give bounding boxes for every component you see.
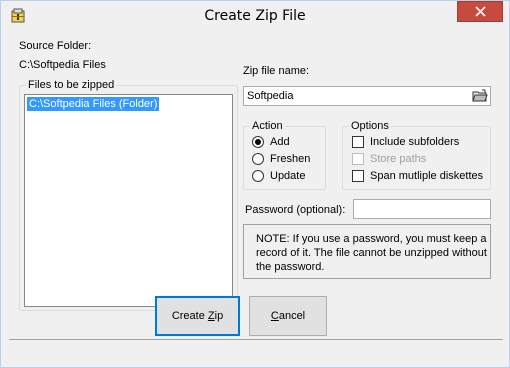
create-zip-label: Create Zip [171, 310, 224, 322]
cancel-label: Cancel [270, 310, 306, 322]
checkbox-span-diskettes[interactable]: Span mutliple diskettes [352, 170, 483, 182]
span-diskettes-label: Span mutliple diskettes [370, 170, 484, 182]
source-folder-path: C:\Softpedia Files [19, 59, 106, 71]
open-folder-icon[interactable] [472, 88, 488, 104]
title-bar[interactable]: Create Zip File [1, 1, 509, 32]
create-zip-window: Create Zip File Source Folder: C:\Softpe… [0, 0, 510, 368]
password-label: Password (optional): [245, 204, 346, 216]
zip-file-name-field[interactable]: Softpedia [243, 86, 491, 106]
list-item[interactable]: C:\Softpedia Files (Folder) [27, 97, 160, 111]
radio-freshen-label: Freshen [270, 153, 311, 165]
zip-file-name-label: Zip file name: [243, 65, 310, 77]
include-subfolders-label: Include subfolders [370, 136, 460, 148]
radio-button[interactable] [252, 136, 264, 148]
password-note-box: NOTE: If you use a password, you must ke… [243, 224, 491, 279]
checkbox[interactable] [352, 153, 364, 165]
options-group: Options Include subfolders Store paths S… [342, 120, 491, 190]
radio-update-label: Update [270, 170, 306, 182]
password-note-text: NOTE: If you use a password, you must ke… [256, 233, 487, 273]
radio-add-label: Add [270, 136, 290, 148]
files-to-zip-group: Files to be zipped C:\Softpedia Files (F… [19, 79, 238, 311]
status-bar [9, 339, 503, 361]
action-legend: Action [250, 120, 285, 132]
close-icon [474, 6, 486, 17]
checkbox[interactable] [352, 170, 364, 182]
radio-freshen[interactable]: Freshen [252, 153, 310, 165]
files-listbox[interactable]: C:\Softpedia Files (Folder) [24, 94, 233, 307]
action-group: Action Add Freshen Update [243, 120, 326, 190]
radio-button[interactable] [252, 153, 264, 165]
checkbox-include-subfolders[interactable]: Include subfolders [352, 136, 459, 148]
create-zip-button[interactable]: Create Zip [155, 296, 240, 336]
cancel-button[interactable]: Cancel [249, 296, 327, 336]
checkbox[interactable] [352, 136, 364, 148]
radio-add[interactable]: Add [252, 136, 290, 148]
close-button[interactable] [457, 1, 503, 22]
password-field[interactable] [353, 199, 491, 219]
window-title: Create Zip File [204, 8, 306, 24]
source-folder-label: Source Folder: [19, 40, 92, 52]
store-paths-label: Store paths [370, 153, 427, 165]
zip-file-name-value: Softpedia [247, 90, 294, 102]
checkbox-store-paths[interactable]: Store paths [352, 153, 426, 165]
files-to-zip-legend: Files to be zipped [26, 79, 117, 91]
dialog-body: Source Folder: C:\Softpedia Files Files … [9, 32, 503, 361]
radio-button[interactable] [252, 170, 264, 182]
options-legend: Options [349, 120, 391, 132]
radio-update[interactable]: Update [252, 170, 305, 182]
